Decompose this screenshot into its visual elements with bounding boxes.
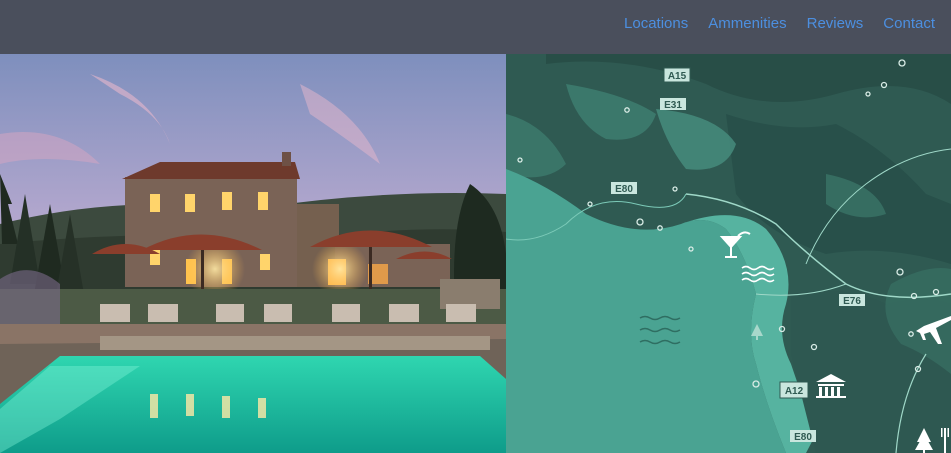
nav-link-locations[interactable]: Locations xyxy=(624,15,688,32)
nav-link-ammenities[interactable]: Ammenities xyxy=(708,15,786,32)
svg-text:E80: E80 xyxy=(615,184,633,195)
road-label-a15: A15 xyxy=(663,67,691,83)
road-label-e80-south: E80 xyxy=(790,430,816,443)
svg-text:A15: A15 xyxy=(668,71,687,82)
villa-pool-photo xyxy=(0,54,506,453)
svg-text:E80: E80 xyxy=(794,432,812,443)
region-map[interactable]: A15 E31 E80 E76 A12 E80 xyxy=(506,54,951,453)
nav-link-reviews[interactable]: Reviews xyxy=(807,15,864,32)
road-label-a12: A12 xyxy=(779,381,809,399)
road-label-e76: E76 xyxy=(839,294,865,307)
svg-text:A12: A12 xyxy=(785,386,804,397)
svg-text:E31: E31 xyxy=(664,100,682,111)
top-navbar: Locations Ammenities Reviews Contact xyxy=(0,0,951,54)
nav-menu: Locations Ammenities Reviews Contact xyxy=(624,15,935,33)
road-label-e31: E31 xyxy=(660,98,686,111)
svg-text:E76: E76 xyxy=(843,296,861,307)
nav-link-contact[interactable]: Contact xyxy=(883,15,935,32)
road-label-e80-north: E80 xyxy=(611,182,637,195)
